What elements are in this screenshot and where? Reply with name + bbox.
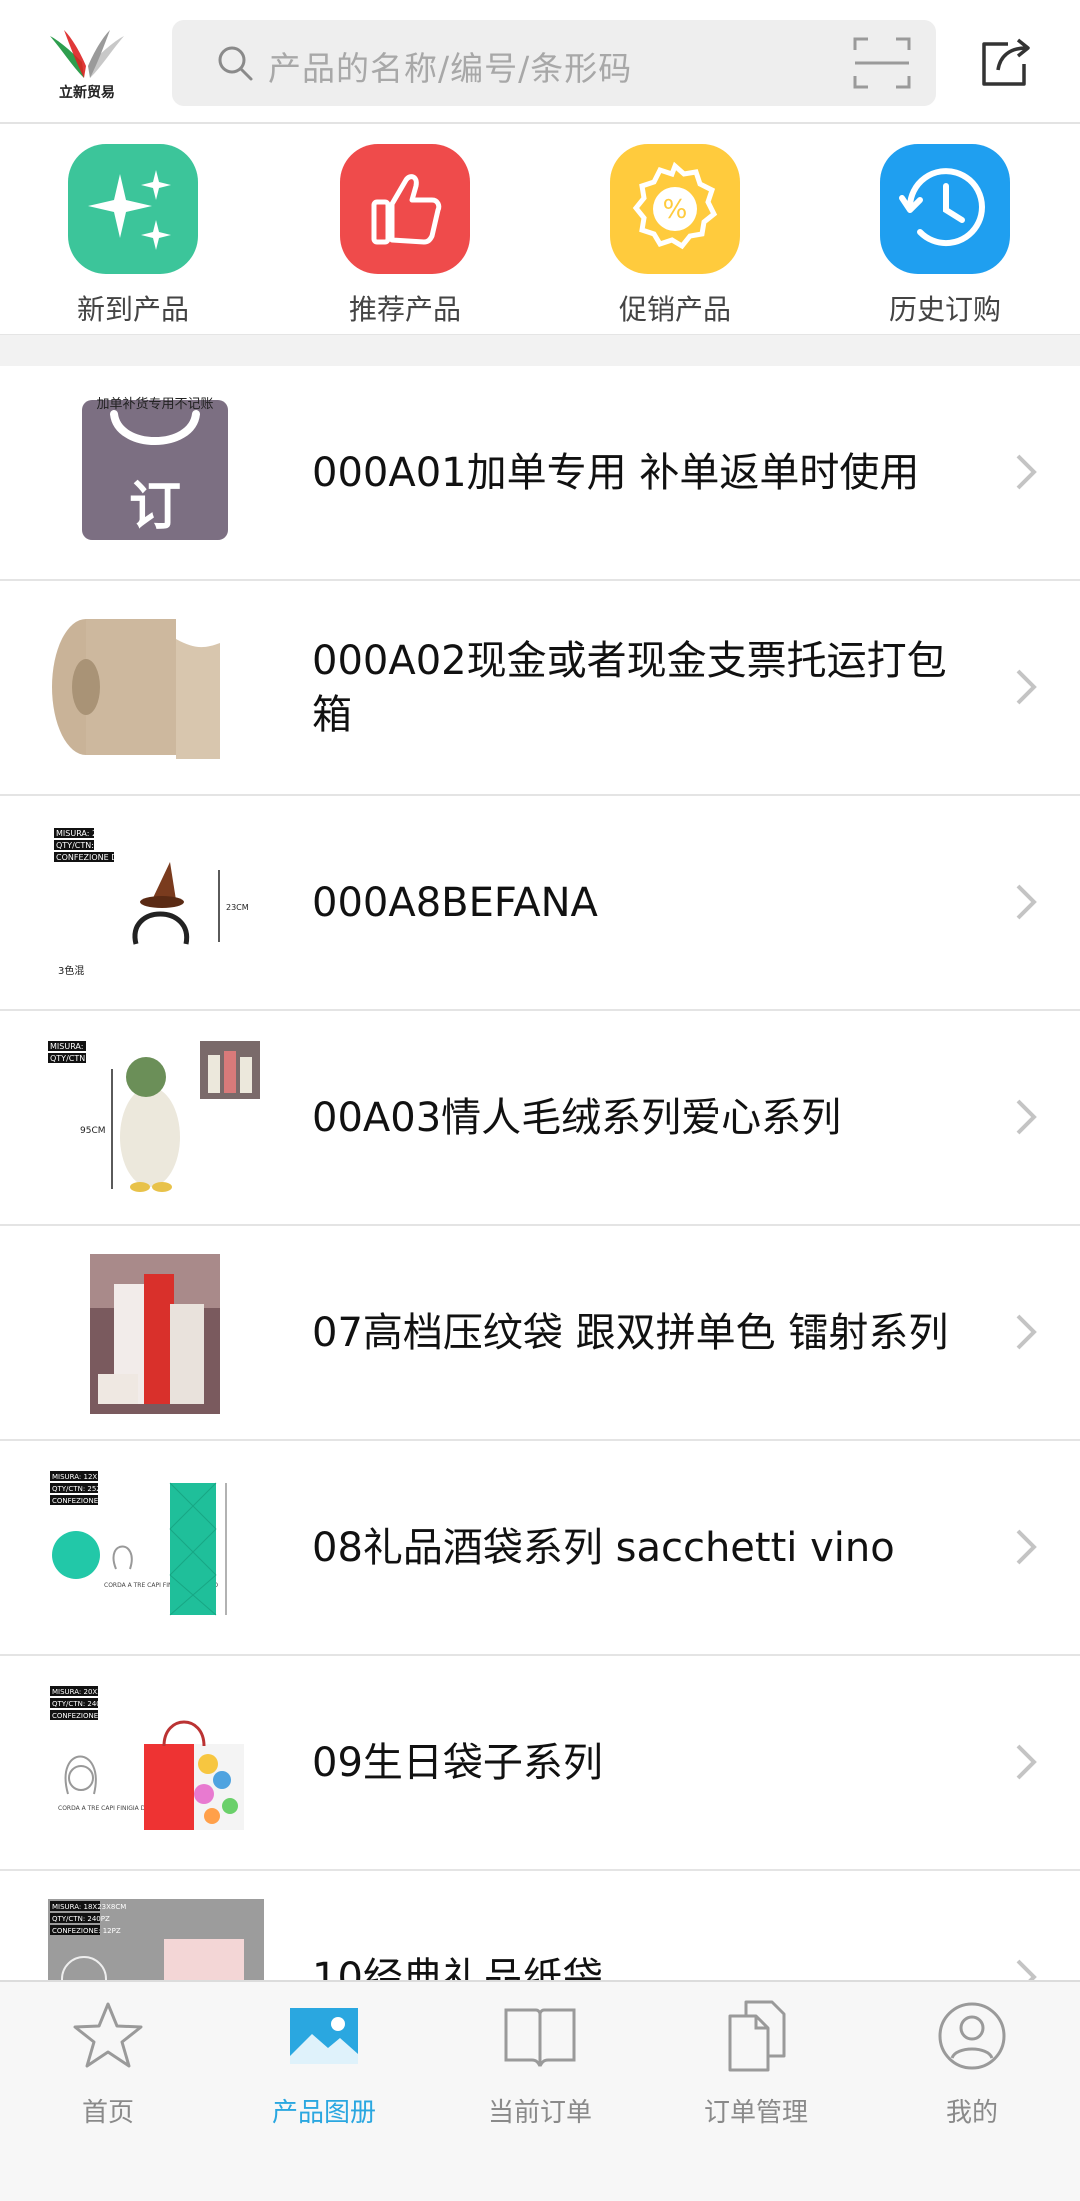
- thumb-spec-line: MISURA: 18X23X8CM: [52, 1903, 126, 1911]
- thumb-spec-line: CONFEZIONE: 12PZ: [52, 1497, 121, 1505]
- thumb-spec-line: MISURA: 20X20X20CM: [52, 1688, 131, 1696]
- product-thumbnail: [52, 619, 220, 759]
- logo-text: 立新贸易: [59, 85, 115, 101]
- thumb-spec-line: QTY/CTN: 20PZ: [50, 1054, 111, 1063]
- product-thumbnail: MISURA: 23CM QTY/CTN: 480PZ CONFEZIONE D…: [54, 828, 249, 977]
- thumb-spec-line: QTY/CTN: 240PZ: [52, 1700, 110, 1708]
- quick-new-products[interactable]: 新到产品: [38, 144, 228, 328]
- bottom-tab-bar: 首页 产品图册 当前订单 订单管理 我的: [0, 1980, 1080, 2201]
- product-thumbnail: MISURA: 20X20X20CM QTY/CTN: 240PZ CONFEZ…: [50, 1686, 244, 1830]
- chevron-right-icon: [1016, 1959, 1037, 1980]
- thumb-spec-line: MISURA: 95CM: [50, 1042, 109, 1051]
- product-title: 000A8BEFANA: [312, 879, 598, 926]
- barcode-scan-icon[interactable]: [852, 34, 912, 92]
- product-title: 08礼品酒袋系列 sacchetti vino: [312, 1524, 895, 1571]
- search-icon: [218, 46, 253, 81]
- thumb-dimension: 23CM: [226, 903, 249, 912]
- logo-wings-icon: [50, 30, 124, 78]
- chevron-right-icon: [1016, 1744, 1037, 1780]
- chevron-right-icon: [1016, 1099, 1037, 1135]
- app-logo[interactable]: 立新贸易: [44, 26, 130, 102]
- chevron-right-icon: [1016, 1314, 1037, 1350]
- product-row[interactable]: MISURA: 95CM QTY/CTN: 20PZ 95CM 00A03情人毛…: [0, 1011, 1080, 1226]
- thumb-spec-line: MISURA: 23CM: [56, 829, 115, 838]
- product-title: 10经典礼品纸袋: [312, 1954, 603, 1981]
- product-title: 000A01加单专用 补单返单时使用: [312, 449, 920, 496]
- tab-product-album[interactable]: 产品图册: [216, 1996, 432, 2129]
- tab-label: 首页: [81, 2098, 134, 2128]
- discount-badge-icon: %: [610, 144, 740, 274]
- product-thumbnail: 订 加单补货专用不记账: [82, 396, 228, 540]
- quick-label: 促销产品: [618, 293, 731, 326]
- chevron-right-icon: [1016, 884, 1037, 920]
- tab-current-order[interactable]: 当前订单: [432, 1996, 648, 2129]
- tab-home[interactable]: 首页: [0, 1996, 216, 2129]
- product-row[interactable]: MISURA: 18X23X8CM QTY/CTN: 240PZ CONFEZI…: [0, 1871, 1080, 1980]
- thumb-spec-line: CONFEZIONE: 12PZ: [52, 1927, 121, 1935]
- product-title: 09生日袋子系列: [312, 1739, 603, 1786]
- thumb-spec-line: QTY/CTN: 480PZ: [56, 841, 123, 850]
- product-row[interactable]: MISURA: 23CM QTY/CTN: 480PZ CONFEZIONE D…: [0, 796, 1080, 1011]
- product-row[interactable]: MISURA: 20X20X20CM QTY/CTN: 240PZ CONFEZ…: [0, 1656, 1080, 1871]
- top-bar: 立新贸易 产品的名称/编号/条形码: [0, 0, 1080, 124]
- product-row[interactable]: MISURA: 12X10X38CM QTY/CTN: 252PZ CONFEZ…: [0, 1441, 1080, 1656]
- product-thumbnail: MISURA: 12X10X38CM QTY/CTN: 252PZ CONFEZ…: [50, 1471, 227, 1616]
- thumb-spec-line: MISURA: 12X10X38CM: [52, 1473, 131, 1481]
- quick-label: 新到产品: [76, 293, 189, 326]
- quick-label: 历史订购: [888, 293, 1001, 326]
- quick-recommended[interactable]: 推荐产品: [310, 144, 500, 328]
- quick-order-history[interactable]: 历史订购: [850, 144, 1040, 328]
- quick-label: 推荐产品: [348, 293, 461, 326]
- thumb-spec-line: QTY/CTN: 252PZ: [52, 1485, 110, 1493]
- thumb-spec-line: QTY/CTN: 240PZ: [52, 1915, 110, 1923]
- quick-promotions[interactable]: % 促销产品: [580, 144, 770, 328]
- section-divider: [0, 334, 1080, 366]
- product-list: 订 加单补货专用不记账 000A01加单专用 补单返单时使用 000A02现金或…: [0, 366, 1080, 1980]
- image-album-icon: [290, 2008, 358, 2064]
- user-icon: [938, 2002, 1006, 2070]
- product-thumbnail: MISURA: 18X23X8CM QTY/CTN: 240PZ CONFEZI…: [48, 1899, 264, 1980]
- thumbs-up-icon: [340, 144, 470, 274]
- tab-label: 当前订单: [487, 2098, 592, 2128]
- tab-profile[interactable]: 我的: [864, 1996, 1080, 2129]
- product-thumbnail: [90, 1254, 220, 1414]
- documents-icon: [728, 2000, 786, 2072]
- share-icon[interactable]: [978, 36, 1034, 88]
- product-title: 00A03情人毛绒系列爱心系列: [312, 1094, 842, 1141]
- open-book-icon: [504, 2008, 576, 2067]
- thumb-spec-line: CONFEZIONE DA: 12PZ: [56, 853, 149, 862]
- star-icon: [73, 2002, 143, 2068]
- product-title: 07高档压纹袋 跟双拼单色 镭射系列: [312, 1309, 949, 1356]
- tab-label: 产品图册: [271, 2098, 376, 2128]
- svg-text:%: %: [663, 195, 688, 225]
- search-input[interactable]: 产品的名称/编号/条形码: [268, 42, 632, 90]
- tab-label: 我的: [945, 2098, 998, 2128]
- chevron-right-icon: [1016, 1529, 1037, 1565]
- chevron-right-icon: [1016, 454, 1037, 490]
- thumb-spec-line: CONFEZIONE: 12PZ: [52, 1712, 121, 1720]
- tab-label: 订单管理: [703, 2098, 808, 2128]
- search-bar[interactable]: 产品的名称/编号/条形码: [172, 20, 936, 106]
- thumb-dimension: 95CM: [80, 1126, 106, 1136]
- product-thumbnail: MISURA: 95CM QTY/CTN: 20PZ 95CM: [48, 1041, 260, 1192]
- sparkle-icon: [68, 144, 198, 274]
- chevron-right-icon: [1016, 669, 1037, 705]
- product-row[interactable]: 07高档压纹袋 跟双拼单色 镭射系列: [0, 1226, 1080, 1441]
- thumb-badge-text: 订: [129, 477, 181, 537]
- quick-categories: 新到产品 推荐产品 % 促销产品 历史订购: [0, 126, 1080, 334]
- tab-order-management[interactable]: 订单管理: [648, 1996, 864, 2129]
- thumb-note: 3色混: [58, 964, 84, 977]
- thumb-caption: 加单补货专用不记账: [96, 396, 213, 412]
- product-title: 000A02现金或者现金支票托运打包箱: [312, 637, 947, 738]
- product-row[interactable]: 订 加单补货专用不记账 000A01加单专用 补单返单时使用: [0, 366, 1080, 581]
- history-clock-icon: [880, 144, 1010, 274]
- product-row[interactable]: 000A02现金或者现金支票托运打包箱: [0, 581, 1080, 796]
